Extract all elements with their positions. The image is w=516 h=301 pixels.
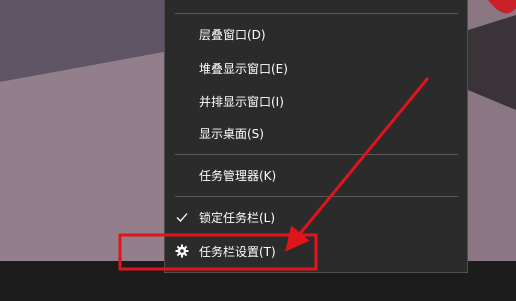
taskbar-context-menu: 层叠窗口(D) 堆叠显示窗口(E) 并排显示窗口(I) 显示桌面(S) 任务管理… [164,0,468,273]
menu-item-label: 层叠窗口(D) [199,27,266,42]
menu-separator [175,196,458,197]
menu-item-lock-taskbar[interactable]: 锁定任务栏(L) [165,203,467,231]
menu-item-label: 任务管理器(K) [199,168,277,183]
menu-item-side-by-side-windows[interactable]: 并排显示窗口(I) [165,87,467,115]
menu-item-label: 显示桌面(S) [199,126,264,141]
menu-item-label: 并排显示窗口(I) [199,94,284,109]
menu-separator [175,154,458,155]
menu-separator [175,13,458,14]
menu-item-taskbar-settings[interactable]: 任务栏设置(T) [165,237,467,265]
gear-icon [175,244,189,258]
menu-item-show-desktop[interactable]: 显示桌面(S) [165,119,467,147]
menu-item-task-manager[interactable]: 任务管理器(K) [165,161,467,189]
checkmark-icon [175,210,189,224]
menu-item-stack-windows[interactable]: 堆叠显示窗口(E) [165,54,467,82]
menu-item-label: 任务栏设置(T) [199,244,276,259]
menu-item-cascade-windows[interactable]: 层叠窗口(D) [165,20,467,48]
menu-item-label: 锁定任务栏(L) [199,210,276,225]
menu-item-label: 堆叠显示窗口(E) [199,61,288,76]
